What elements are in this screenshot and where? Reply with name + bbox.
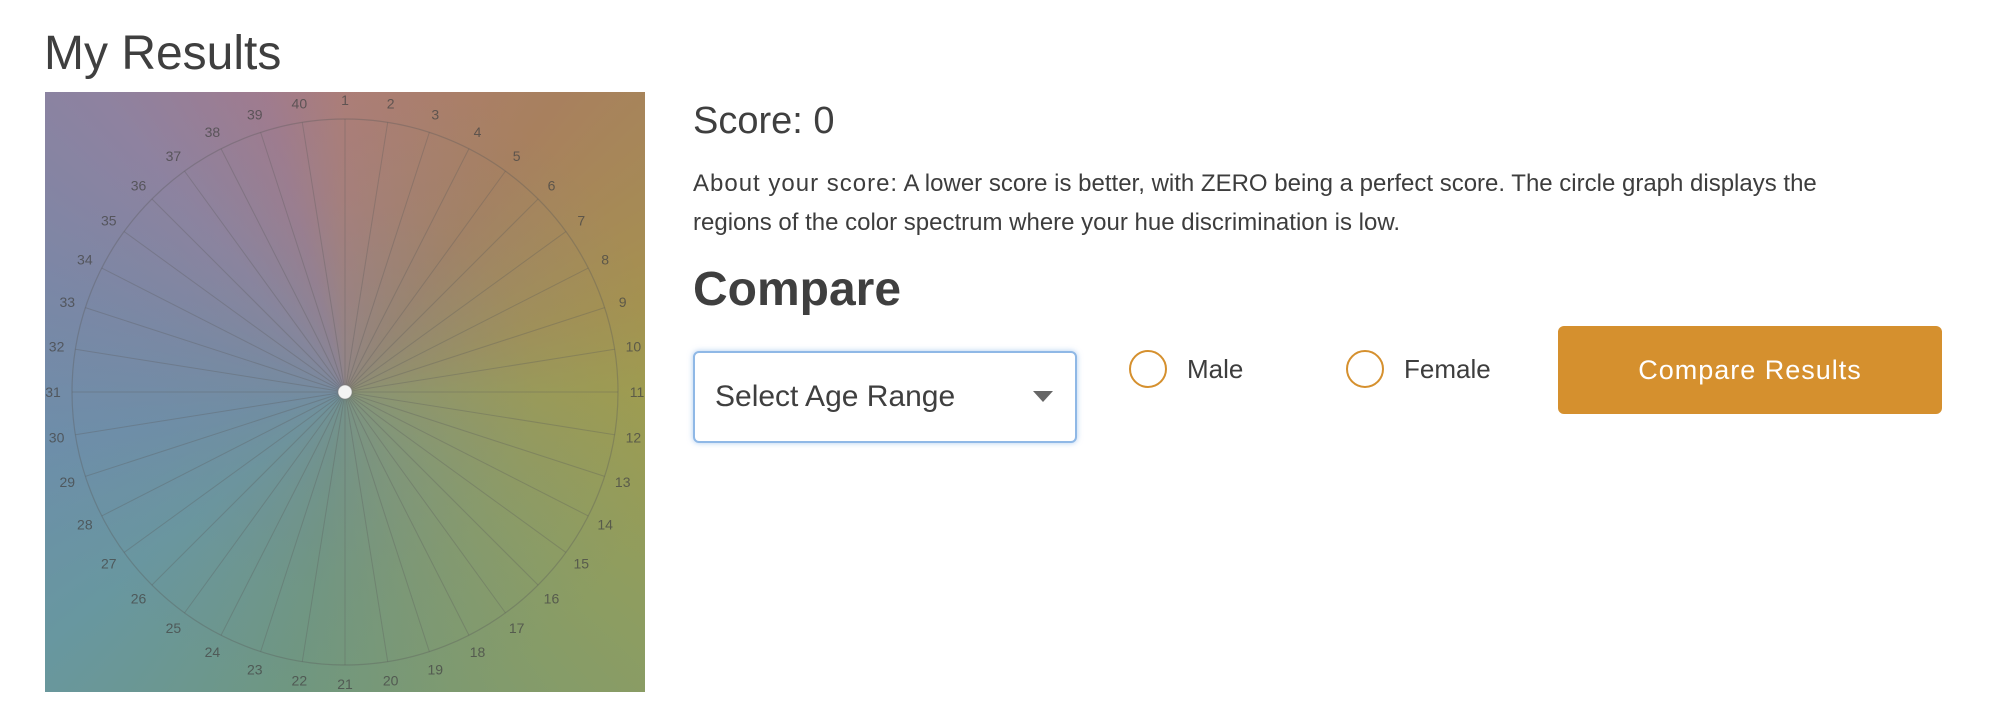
graph-spoke <box>220 148 346 393</box>
graph-spoke <box>101 267 346 393</box>
graph-spoke-label: 39 <box>247 106 263 122</box>
graph-spoke-label: 15 <box>573 556 589 572</box>
graph-spoke <box>344 267 589 393</box>
circle-graph-svg: 1 234567891011121314151617181920212223242… <box>45 92 645 692</box>
graph-spoke <box>344 391 567 553</box>
graph-spoke-label: 17 <box>509 620 525 636</box>
radio-button-male[interactable] <box>1129 350 1167 388</box>
graph-spoke-label: 21 <box>337 676 353 692</box>
graph-spoke <box>75 348 346 393</box>
graph-spoke <box>301 391 346 662</box>
graph-spoke <box>344 391 506 614</box>
graph-spoke <box>344 170 506 393</box>
graph-spoke-label: 36 <box>131 178 147 194</box>
gender-radio-female[interactable]: Female <box>1346 349 1491 389</box>
graph-spoke-label: 38 <box>205 124 221 140</box>
graph-spoke <box>344 348 615 393</box>
graph-spoke-label: 32 <box>49 338 65 354</box>
graph-spoke-label: 2 <box>387 96 395 112</box>
graph-spoke-label: 7 <box>577 212 585 228</box>
graph-spoke-label: 13 <box>615 474 631 490</box>
graph-spoke-label: 1 <box>341 92 349 108</box>
graph-spoke <box>344 132 430 393</box>
graph-spoke-label: 19 <box>427 662 443 678</box>
graph-spoke <box>123 391 346 553</box>
compare-heading: Compare <box>693 263 902 316</box>
graph-spoke <box>344 231 567 393</box>
graph-spoke <box>184 170 346 393</box>
radio-button-female[interactable] <box>1346 350 1384 388</box>
graph-spoke <box>123 231 346 393</box>
compare-results-button[interactable]: Compare Results <box>1558 326 1942 414</box>
page-title: My Results <box>44 27 282 80</box>
gender-radio-male[interactable]: Male <box>1129 349 1243 389</box>
about-score-text: About your score: A lower score is bette… <box>693 164 1893 242</box>
results-page: My Results 1 2 3 4 5 6 7 8 9 10 11 12 13 14 15 16 17 18 19… <box>0 0 2000 714</box>
graph-spoke <box>344 391 389 662</box>
score-value: Score: 0 <box>693 100 835 142</box>
graph-spoke <box>101 391 346 517</box>
graph-spoke <box>151 198 346 393</box>
graph-spoke-label: 33 <box>60 294 76 310</box>
graph-spoke-label: 5 <box>513 148 521 164</box>
graph-spoke <box>75 391 346 436</box>
graph-spoke <box>344 148 470 393</box>
radio-label-male: Male <box>1187 353 1244 384</box>
graph-spoke-label: 9 <box>619 294 627 310</box>
graph-center-dot <box>337 384 353 400</box>
graph-spoke-label: 40 <box>292 96 308 112</box>
graph-spoke <box>301 122 346 393</box>
graph-spoke-label: 20 <box>383 672 399 688</box>
graph-spoke-label: 30 <box>49 430 65 446</box>
graph-spoke <box>220 391 346 636</box>
graph-spoke-label: 4 <box>474 124 482 140</box>
graph-spoke-label: 25 <box>166 620 182 636</box>
graph-spoke-label: 10 <box>626 338 642 354</box>
graph-spoke-label: 8 <box>601 251 609 267</box>
graph-spoke-label: 11 <box>630 384 645 400</box>
graph-spoke-label: 27 <box>101 556 117 572</box>
hue-circle-graph: 1 2 3 4 5 6 7 8 9 10 11 12 13 14 15 16 17 18 19 20 21 22 23 24 2… <box>45 92 645 692</box>
graph-spoke-label: 29 <box>60 474 76 490</box>
graph-spoke <box>85 391 346 477</box>
graph-spoke-label: 12 <box>626 430 642 446</box>
graph-spoke-label: 26 <box>131 590 147 606</box>
graph-spoke-label: 35 <box>101 212 117 228</box>
graph-spoke <box>260 391 346 652</box>
graph-spoke <box>344 391 470 636</box>
graph-spoke-label: 6 <box>548 178 556 194</box>
graph-spoke-label: 14 <box>597 517 613 533</box>
graph-spoke <box>344 391 539 586</box>
graph-spoke <box>151 391 346 586</box>
graph-spoke <box>260 132 346 393</box>
graph-spoke-label: 18 <box>470 644 486 660</box>
graph-spoke <box>85 307 346 393</box>
graph-spoke <box>344 391 615 436</box>
graph-spoke-label: 23 <box>247 662 263 678</box>
about-score-label: About your score: <box>693 170 899 197</box>
graph-spoke-label: 31 <box>45 384 61 400</box>
age-range-select-value: Select Age Range <box>715 380 956 413</box>
radio-label-female: Female <box>1404 353 1491 384</box>
graph-spoke-label: 37 <box>166 148 182 164</box>
graph-spoke-label: 22 <box>292 672 308 688</box>
graph-spoke <box>344 198 539 393</box>
graph-spoke <box>344 122 389 393</box>
chevron-down-icon <box>1033 391 1053 402</box>
graph-spoke-label: 28 <box>77 517 93 533</box>
graph-spoke-label: 24 <box>205 644 221 660</box>
graph-spoke-label: 34 <box>77 251 93 267</box>
graph-spoke <box>344 391 605 477</box>
graph-spoke <box>344 307 605 393</box>
graph-spoke-label: 16 <box>544 590 560 606</box>
graph-spoke-label: 3 <box>431 106 439 122</box>
graph-spoke <box>344 391 589 517</box>
age-range-select[interactable]: Select Age Range <box>693 351 1077 443</box>
graph-spoke <box>344 391 430 652</box>
graph-spoke <box>184 391 346 614</box>
